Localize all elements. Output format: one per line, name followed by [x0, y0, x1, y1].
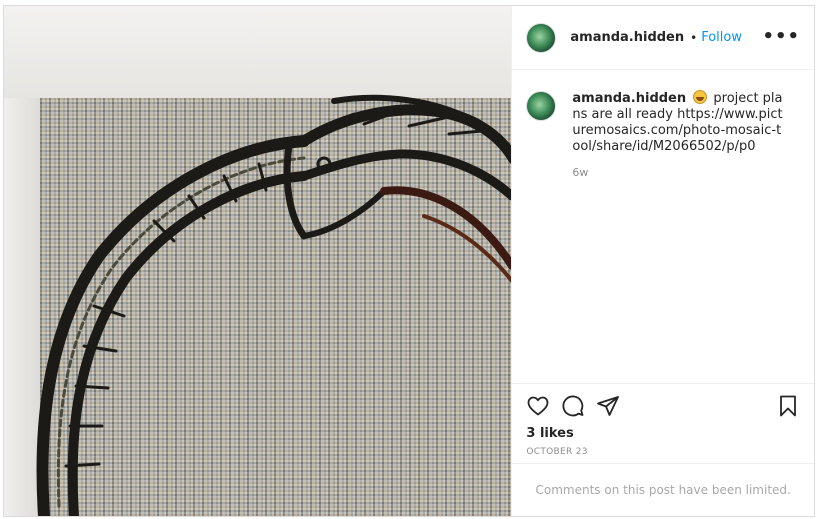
- post-date: OCTOBER 23: [526, 447, 588, 457]
- grinning-face-emoji-icon: [693, 90, 708, 104]
- comments-limited-notice: Comments on this post have been limited.: [512, 463, 814, 516]
- post-header: amanda.hidden • Follow •••: [512, 6, 814, 70]
- caption-body: amanda.hidden project plans are all read…: [572, 90, 788, 181]
- profile-avatar[interactable]: [526, 22, 557, 53]
- post-username[interactable]: amanda.hidden: [570, 30, 684, 45]
- comment-icon[interactable]: [561, 394, 585, 418]
- actions-section: 3 likes OCTOBER 23: [512, 383, 814, 463]
- dragon-drawing: [36, 94, 512, 516]
- caption-username[interactable]: amanda.hidden: [572, 91, 686, 106]
- more-options-icon[interactable]: •••: [762, 28, 800, 46]
- action-icons: [526, 392, 800, 420]
- bookmark-icon[interactable]: [776, 394, 800, 418]
- post-container: amanda.hidden • Follow ••• amanda.hidden…: [3, 5, 815, 517]
- heart-icon[interactable]: [526, 394, 550, 418]
- likes-count[interactable]: 3 likes: [526, 426, 800, 441]
- caption-avatar[interactable]: [526, 91, 557, 121]
- post-sidebar: amanda.hidden • Follow ••• amanda.hidden…: [511, 6, 814, 516]
- post-image[interactable]: [4, 6, 512, 516]
- share-icon[interactable]: [596, 394, 620, 418]
- separator-dot: •: [690, 30, 698, 45]
- caption-section: amanda.hidden project plans are all read…: [512, 70, 814, 383]
- caption-time[interactable]: 6w: [572, 165, 788, 181]
- follow-button[interactable]: Follow: [701, 30, 742, 45]
